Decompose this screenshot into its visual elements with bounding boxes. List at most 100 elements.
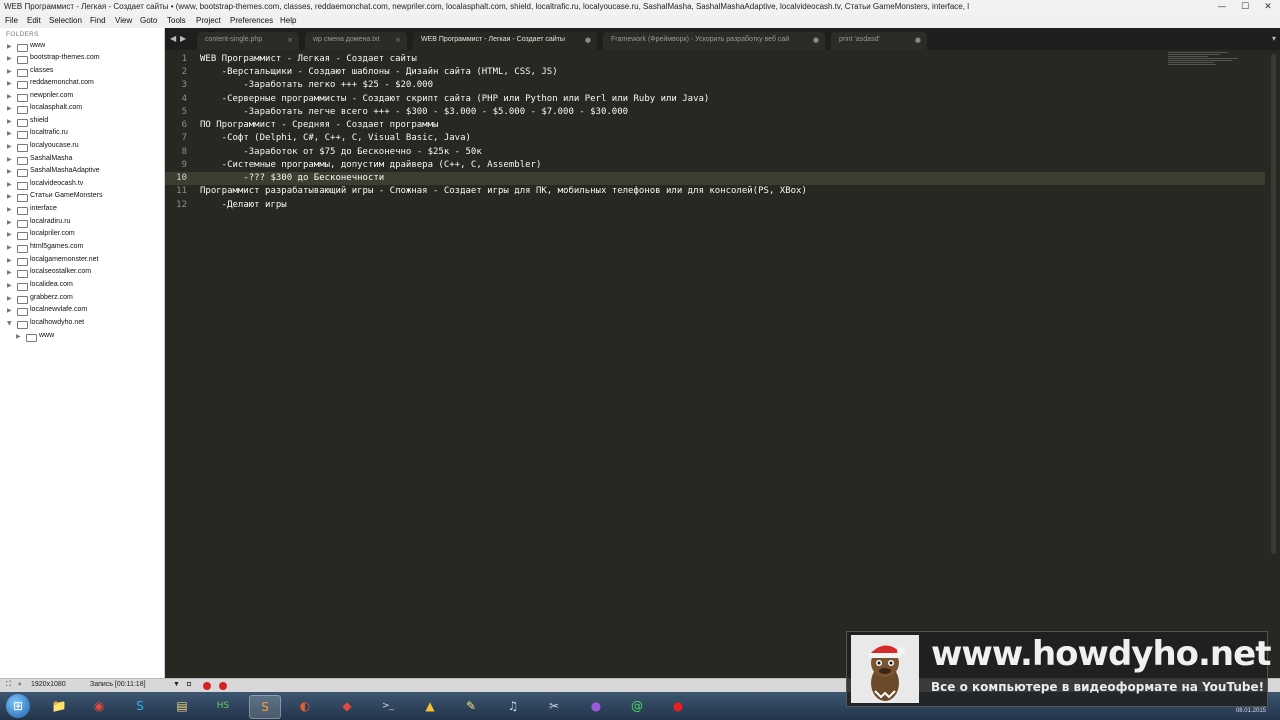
sidebar-child-item[interactable]: ▶ www — [0, 331, 164, 343]
code-line[interactable]: ПО Программист - Средняя - Создает прогр… — [200, 120, 438, 130]
expand-arrow-icon[interactable]: ▶ — [7, 269, 12, 276]
expand-arrow-icon[interactable]: ▶ — [7, 257, 12, 264]
camera-icon[interactable]: ◘ — [187, 681, 191, 688]
tab-content-single[interactable]: content-single.php × — [197, 32, 299, 50]
notes-icon[interactable]: ✎ — [456, 695, 486, 717]
code-line[interactable]: -Заработать легче всего +++ - $300 - $3.… — [200, 107, 628, 117]
skype-icon[interactable]: S — [125, 695, 155, 717]
collapse-arrow-icon[interactable]: ▼ — [7, 320, 12, 327]
sidebar-item[interactable]: ▶ localnewvlafe.com — [0, 305, 164, 317]
tab-dirty-indicator-icon[interactable]: ● — [915, 36, 921, 44]
menu-goto[interactable]: Goto — [140, 16, 157, 25]
sidebar-item[interactable]: ▶ localradiru.ru — [0, 217, 164, 229]
code-editor[interactable]: 1 2 3 4 5 6 7 8 9 10 11 12 WEB Программи… — [165, 50, 1280, 678]
sidebar-item[interactable]: ▶ localpriler.com — [0, 229, 164, 241]
sidebar-item[interactable]: ▶ localseostalker.com — [0, 267, 164, 279]
music-icon[interactable]: ♫ — [498, 695, 528, 717]
expand-arrow-icon[interactable]: ▶ — [7, 219, 12, 226]
opera-icon[interactable]: ◐ — [290, 695, 320, 717]
tab-next-icon[interactable]: ▶ — [180, 34, 186, 43]
mail-icon[interactable]: @ — [622, 695, 652, 717]
expand-arrow-icon[interactable]: ▶ — [7, 168, 12, 175]
expand-arrow-icon[interactable]: ▶ — [7, 130, 12, 137]
sidebar-item[interactable]: ▶ localidea.com — [0, 280, 164, 292]
tab-list-icon[interactable]: ▾ — [1272, 34, 1276, 43]
record-icon[interactable]: ● — [663, 695, 693, 717]
menu-selection[interactable]: Selection — [49, 16, 82, 25]
minimap[interactable] — [1168, 52, 1240, 68]
tool-icon[interactable]: ✂ — [539, 695, 569, 717]
expand-arrow-icon[interactable]: ▶ — [7, 143, 12, 150]
expand-arrow-icon[interactable]: ▶ — [7, 295, 12, 302]
warning-icon[interactable]: ▲ — [415, 695, 445, 717]
expand-arrow-icon[interactable]: ▶ — [7, 55, 12, 62]
sidebar-item[interactable]: ▶ localgamemonster.net — [0, 255, 164, 267]
code-line[interactable]: -Софт (Delphi, C#, C++, C, Visual Basic,… — [200, 133, 471, 143]
explorer-icon[interactable]: 📁 — [44, 695, 74, 717]
editor-scrollbar[interactable] — [1271, 54, 1276, 554]
expand-arrow-icon[interactable]: ▶ — [7, 43, 12, 50]
menu-edit[interactable]: Edit — [27, 16, 41, 25]
code-line-current[interactable]: -??? $300 до Бесконечности — [200, 173, 384, 183]
taskbar-clock[interactable]: 08.01.2015 — [1236, 708, 1266, 714]
sidebar-item[interactable]: ▶ interface — [0, 204, 164, 216]
menu-project[interactable]: Project — [196, 16, 221, 25]
code-line[interactable]: -Верстальщики - Создают шаблоны - Дизайн… — [200, 67, 558, 77]
sidebar-item[interactable]: ▶ reddaemonchat.com — [0, 78, 164, 90]
tab-prev-icon[interactable]: ◀ — [170, 34, 176, 43]
sidebar-item[interactable]: ▶ www — [0, 41, 164, 53]
expand-arrow-icon[interactable]: ▶ — [16, 333, 21, 340]
expand-arrow-icon[interactable]: ▶ — [7, 105, 12, 112]
expand-arrow-icon[interactable]: ▶ — [7, 206, 12, 213]
expand-arrow-icon[interactable]: ▶ — [7, 80, 12, 87]
record-dot-icon[interactable] — [203, 682, 211, 690]
expand-arrow-icon[interactable]: ▶ — [7, 231, 12, 238]
code-line[interactable]: -Серверные программисты - Создают скрипт… — [200, 94, 710, 104]
sidebar-item[interactable]: ▶ localvideocash.tv — [0, 179, 164, 191]
media-icon[interactable]: ● — [581, 695, 611, 717]
sidebar-item[interactable]: ▶ grabberz.com — [0, 293, 164, 305]
tab-dirty-indicator-icon[interactable]: ● — [585, 36, 591, 44]
expand-arrow-icon[interactable]: ▶ — [7, 181, 12, 188]
code-line[interactable]: -Заработок от $75 до Бесконечно - $25к -… — [200, 147, 481, 157]
tab-dirty-indicator-icon[interactable]: ● — [813, 36, 819, 44]
expand-arrow-icon[interactable]: ▶ — [7, 93, 12, 100]
git-icon[interactable]: ◆ — [332, 695, 362, 717]
menu-preferences[interactable]: Preferences — [230, 16, 273, 25]
folder-icon[interactable]: ▤ — [167, 695, 197, 717]
chrome-icon[interactable]: ◉ — [84, 695, 114, 717]
sublime-icon[interactable]: S — [249, 695, 281, 719]
menu-tools[interactable]: Tools — [167, 16, 186, 25]
close-window-button[interactable]: ✕ — [1257, 1, 1279, 14]
sidebar-item[interactable]: ▶ SashalMasha — [0, 154, 164, 166]
tab-framework[interactable]: Framework (Фреймворк) - Ускорить разрабо… — [603, 32, 825, 50]
tab-web-programmer[interactable]: WEB Программист - Легкая - Создает сайты… — [413, 32, 597, 50]
start-button[interactable]: ⊞ — [6, 694, 30, 718]
expand-arrow-icon[interactable]: ▶ — [7, 118, 12, 125]
sidebar-item[interactable]: ▶ bootstrap-themes.com — [0, 53, 164, 65]
terminal-icon[interactable]: >_ — [373, 695, 403, 717]
sidebar-item[interactable]: ▶ html5games.com — [0, 242, 164, 254]
tab-close-icon[interactable]: × — [287, 36, 293, 44]
code-line[interactable]: WEB Программист - Легкая - Создает сайты — [200, 54, 417, 64]
sidebar-item[interactable]: ▶ Статьи GameMonsters — [0, 191, 164, 203]
sidebar-item[interactable]: ▶ localyoucase.ru — [0, 141, 164, 153]
sidebar-item[interactable]: ▶ newpriler.com — [0, 91, 164, 103]
maximize-button[interactable]: ☐ — [1234, 1, 1256, 14]
expand-arrow-icon[interactable]: ▶ — [7, 307, 12, 314]
dropdown-icon[interactable]: ▼ — [173, 681, 180, 688]
expand-arrow-icon[interactable]: ▶ — [7, 244, 12, 251]
menu-find[interactable]: Find — [90, 16, 106, 25]
sidebar-item[interactable]: ▶ localasphalt.com — [0, 103, 164, 115]
code-line[interactable]: -Заработать легко +++ $25 - $20.000 — [200, 80, 433, 90]
code-line[interactable]: -Делают игры — [200, 200, 287, 210]
sidebar-item[interactable]: ▶ SashalMashaAdaptive — [0, 166, 164, 178]
expand-arrow-icon[interactable]: ▶ — [7, 193, 12, 200]
menu-file[interactable]: File — [5, 16, 18, 25]
sidebar-item[interactable]: ▶ localtrafic.ru — [0, 128, 164, 140]
hs-icon[interactable]: HS — [208, 695, 238, 717]
sidebar-item[interactable]: ▶ classes — [0, 66, 164, 78]
sidebar-item-expanded[interactable]: ▼ localhowdyho.net — [0, 318, 164, 330]
code-line[interactable]: -Системные программы, допустим драйвера … — [200, 160, 542, 170]
tab-wp-domain[interactable]: wp смена домена.txt × — [305, 32, 407, 50]
